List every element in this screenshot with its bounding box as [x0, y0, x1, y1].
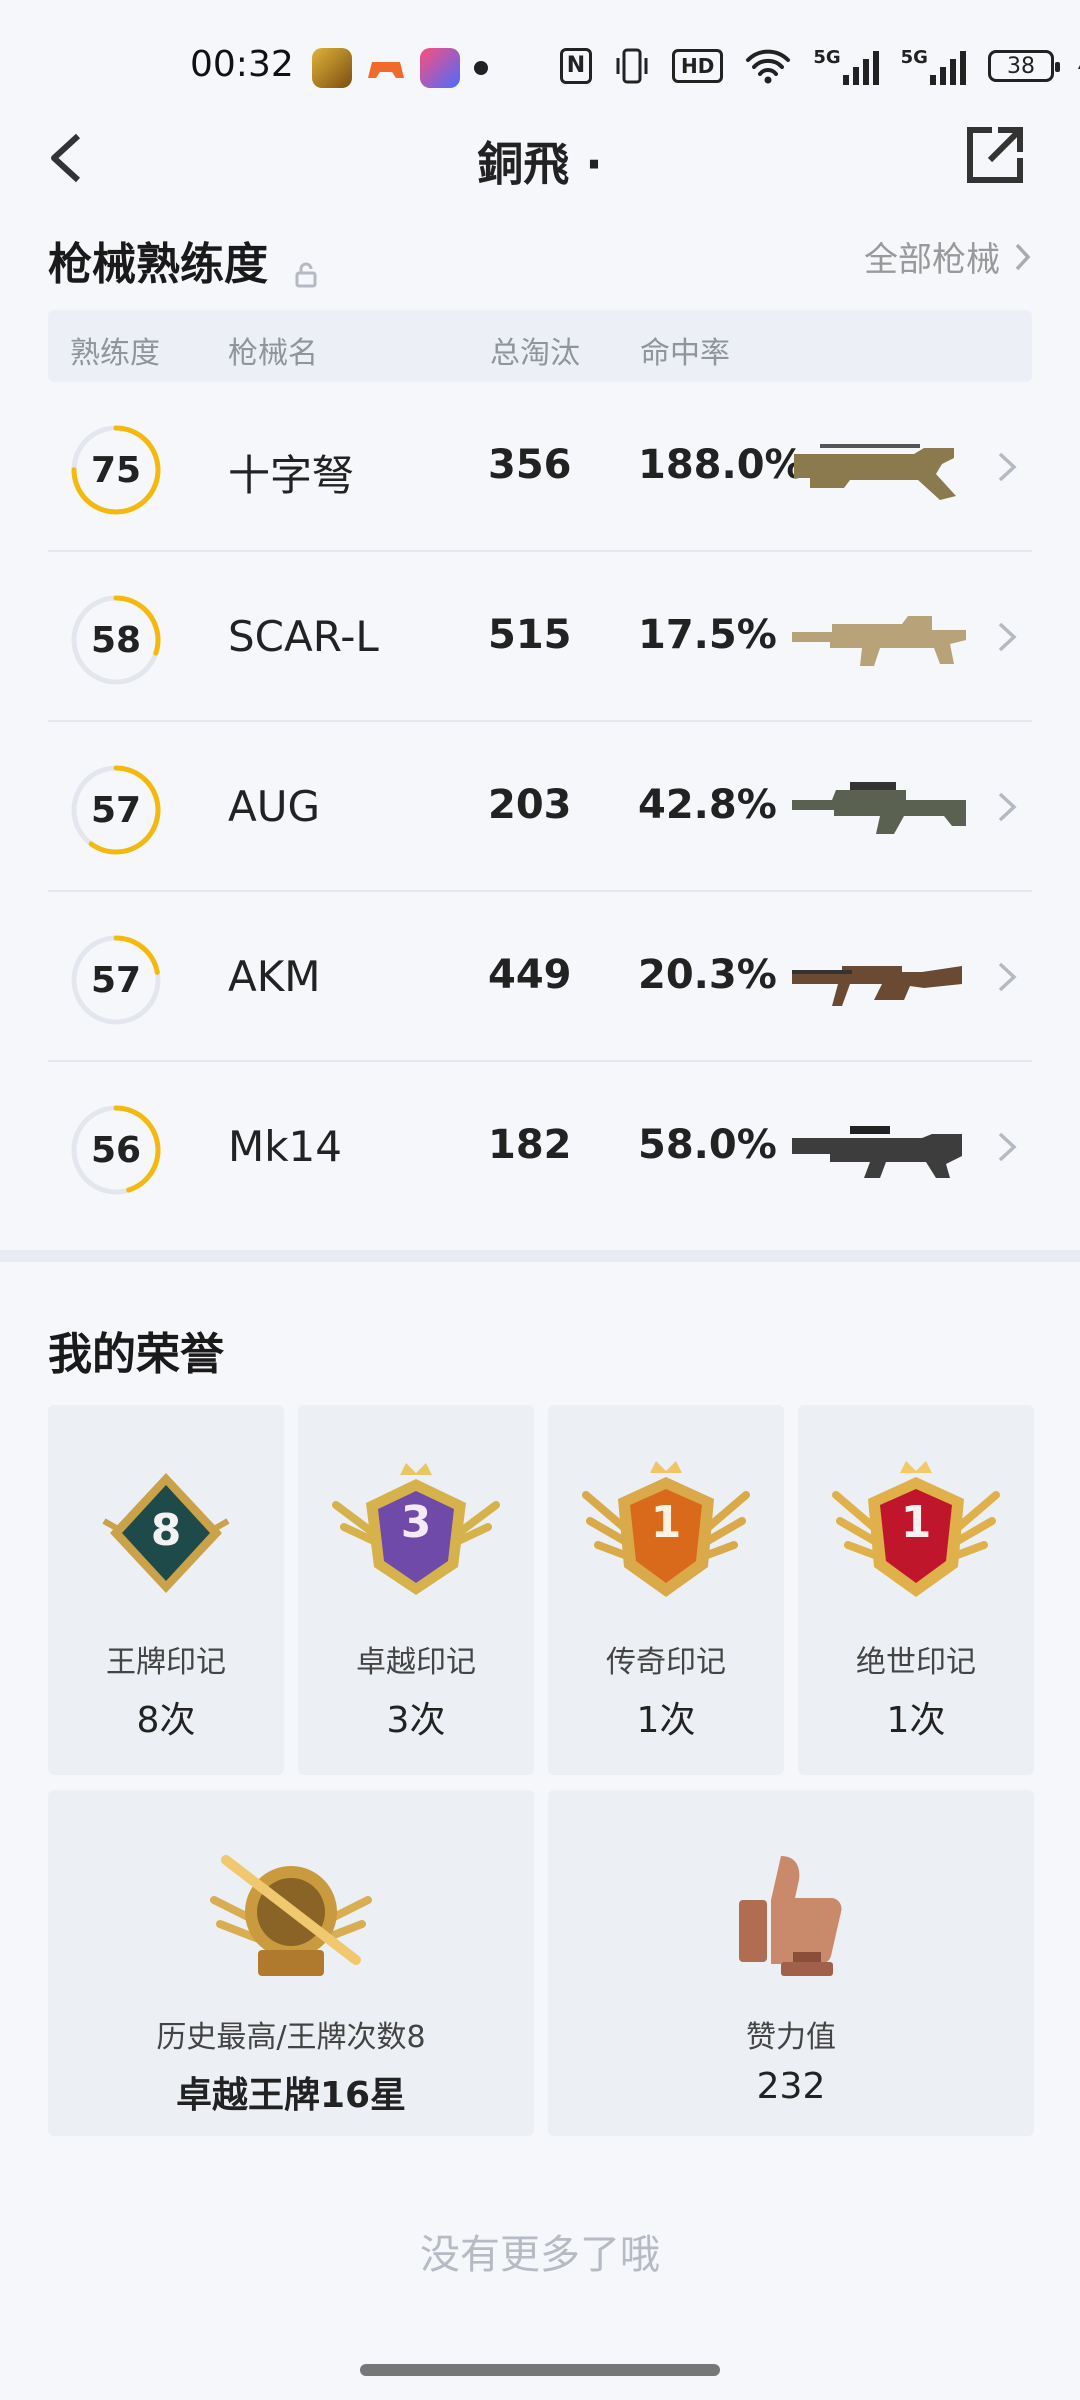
medal-badge-number: 8 [150, 1505, 182, 1556]
weapon-row[interactable]: 57 AKM 449 20.3% [48, 892, 1032, 1062]
system-icons: N HD 5G 5G 38 [560, 46, 1080, 86]
sniper-rank-badge-icon [210, 1855, 372, 1976]
weapon-row[interactable]: 57 AUG 203 42.8% [48, 722, 1032, 892]
game-app-icon [312, 48, 352, 88]
likes-value: 232 [756, 2066, 826, 2107]
medal-count: 8次 [136, 1700, 196, 1741]
medal-label: 卓越印记 [356, 1645, 476, 1680]
status-bar: 00:32 N HD 5G 5G 38 [0, 0, 1080, 130]
weapon-kills: 182 [488, 1122, 572, 1168]
weapon-hit-rate: 58.0% [638, 1122, 777, 1168]
col-total-kills: 总淘汰 [490, 336, 580, 371]
weapon-name: AUG [228, 782, 321, 831]
chevron-right-icon [998, 792, 1017, 822]
mastery-value: 56 [90, 1129, 142, 1171]
weapon-kills: 449 [488, 952, 572, 998]
weapon-kills: 203 [488, 782, 572, 828]
medal-badge-number: 1 [900, 1497, 932, 1548]
weapon-image [790, 432, 970, 502]
wifi-icon [746, 49, 791, 84]
all-weapons-label: 全部枪械 [864, 240, 1000, 280]
weapon-image [790, 602, 970, 672]
medal-label: 绝世印记 [856, 1645, 976, 1680]
honor-title: 我的荣誉 [48, 1329, 224, 1380]
vibrate-icon [616, 48, 648, 84]
status-time: 00:32 [190, 44, 294, 85]
weapon-image [790, 772, 970, 842]
home-indicator[interactable] [360, 2364, 720, 2376]
medal-count: 3次 [386, 1700, 446, 1741]
medal-count: 1次 [636, 1700, 696, 1741]
battery-icon: 38 [987, 50, 1060, 82]
section-divider [0, 1250, 1080, 1262]
medal-card-legend[interactable]: 1 传奇印记 1次 [548, 1405, 784, 1775]
weapon-hit-rate: 20.3% [638, 952, 777, 998]
charging-icon [1077, 64, 1080, 69]
weapon-hit-rate: 188.0% [638, 442, 805, 488]
col-mastery: 熟练度 [70, 336, 160, 371]
gamepad-icon [366, 48, 406, 88]
weapon-row[interactable]: 58 SCAR-L 515 17.5% [48, 552, 1032, 722]
signal-2-icon: 5G [901, 47, 966, 85]
highest-rank-value: 卓越王牌16星 [175, 2075, 407, 2116]
lock-icon[interactable] [295, 262, 317, 288]
weapon-kills: 356 [488, 442, 572, 488]
medal-card-ace[interactable]: 8 王牌印记 8次 [48, 1405, 284, 1775]
col-weapon-name: 枪械名 [228, 336, 318, 371]
medal-label: 王牌印记 [106, 1645, 226, 1680]
weapon-hit-rate: 42.8% [638, 782, 777, 828]
weapon-kills: 515 [488, 612, 572, 658]
notification-icons [312, 48, 488, 88]
medal-label: 传奇印记 [606, 1645, 726, 1680]
medal-badge-number: 1 [650, 1497, 682, 1548]
weapon-name: 十字弩 [228, 451, 355, 500]
page-title: 銅飛 · [477, 137, 603, 191]
weapon-image [790, 1112, 970, 1182]
weapon-name: AKM [228, 952, 321, 1001]
medal-card-excellence[interactable]: 3 卓越印记 3次 [298, 1405, 534, 1775]
medal-count: 1次 [886, 1700, 946, 1741]
all-weapons-link[interactable]: 全部枪械 [864, 232, 1032, 281]
chevron-right-icon [998, 452, 1017, 482]
likes-card[interactable]: 赞力值 232 [548, 1790, 1034, 2136]
chevron-right-icon [998, 1132, 1017, 1162]
highest-rank-card[interactable]: 历史最高/王牌次数8 卓越王牌16星 [48, 1790, 534, 2136]
medal-badge-number: 3 [400, 1497, 432, 1548]
weapon-name: SCAR-L [228, 612, 379, 661]
more-notifications-dot [474, 61, 488, 75]
mastery-value: 57 [90, 959, 142, 1001]
chevron-right-icon [998, 962, 1017, 992]
weapon-mastery-title: 枪械熟练度 [48, 239, 268, 290]
mastery-value: 75 [90, 449, 142, 491]
chevron-right-icon [998, 622, 1017, 652]
mastery-value: 57 [90, 789, 142, 831]
highest-rank-label: 历史最高/王牌次数8 [156, 2020, 426, 2055]
no-more-text: 没有更多了哦 [420, 2232, 660, 2278]
likes-label: 赞力值 [746, 2020, 836, 2055]
star-app-icon [420, 48, 460, 88]
col-hit-rate: 命中率 [640, 336, 730, 371]
mastery-value: 58 [90, 619, 142, 661]
signal-1-icon: 5G [813, 47, 879, 85]
weapon-image [790, 942, 970, 1012]
weapon-mastery-header: 枪械熟练度 [48, 228, 317, 292]
chevron-right-icon [1015, 243, 1031, 270]
weapon-table-header: 熟练度 枪械名 总淘汰 命中率 [48, 310, 1032, 382]
medal-card-peerless[interactable]: 1 绝世印记 1次 [798, 1405, 1034, 1775]
thumbs-up-trophy-icon [739, 1856, 842, 1976]
hd-voice-icon: HD [672, 49, 724, 83]
nfc-icon: N [560, 48, 592, 84]
weapon-name: Mk14 [228, 1122, 343, 1171]
weapon-row[interactable]: 56 Mk14 182 58.0% [48, 1062, 1032, 1232]
share-icon[interactable] [962, 122, 1028, 188]
weapon-row[interactable]: 75 十字弩 356 188.0% [48, 382, 1032, 552]
weapon-hit-rate: 17.5% [638, 612, 777, 658]
